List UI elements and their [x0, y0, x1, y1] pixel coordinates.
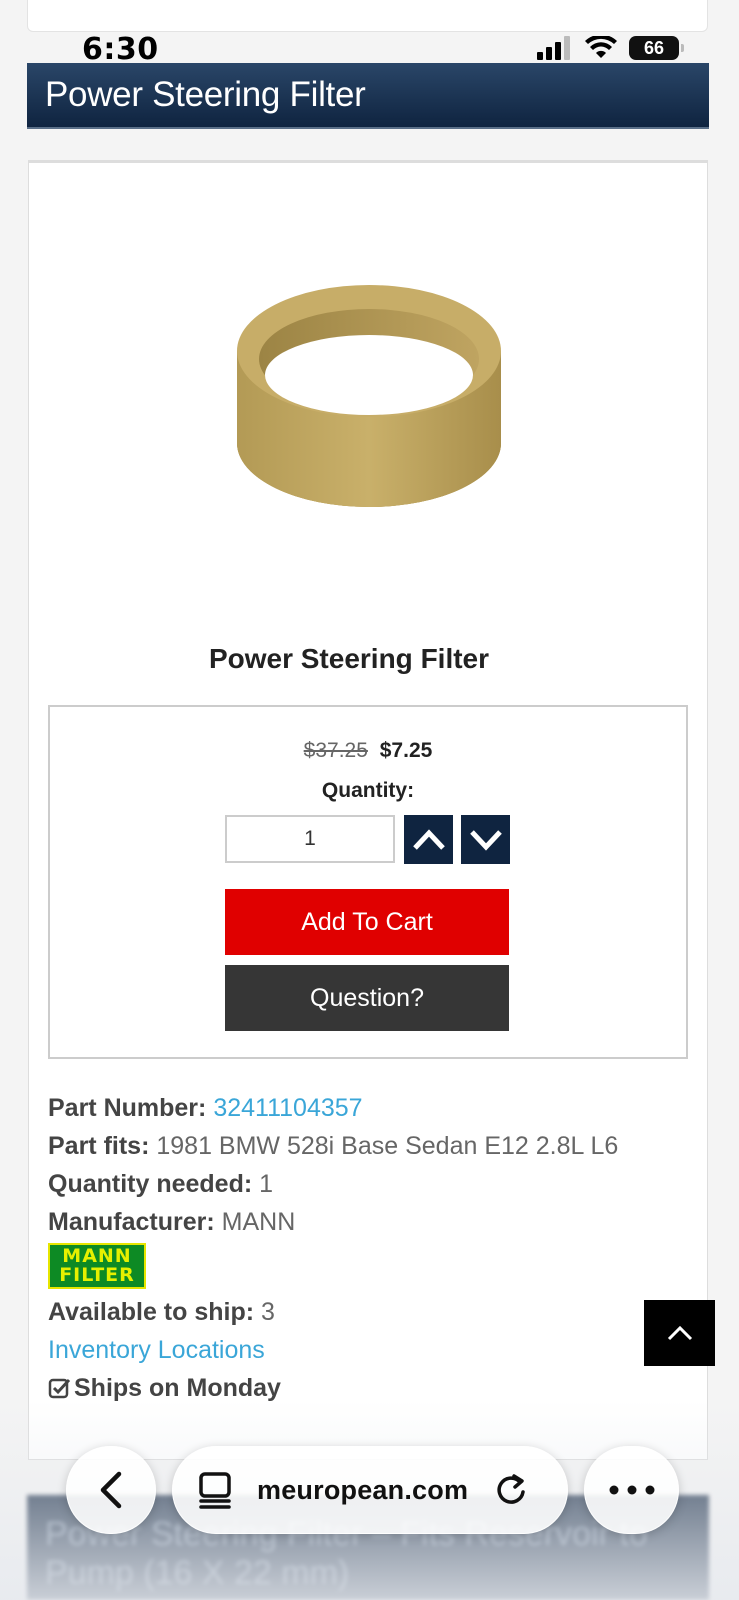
product-details: Part Number: 32411104357 Part fits: 1981… [48, 1089, 618, 1407]
inventory-row: Inventory Locations [48, 1331, 618, 1369]
available-value: 3 [261, 1298, 275, 1326]
manufacturer-row: Manufacturer: MANN [48, 1203, 618, 1241]
chevron-up-icon [412, 828, 445, 850]
cellular-signal-icon [537, 36, 570, 60]
quantity-input[interactable] [225, 815, 395, 863]
checkbox-checked-icon [48, 1378, 71, 1399]
price-row: $37.25 $7.25 [50, 739, 686, 763]
part-number-row: Part Number: 32411104357 [48, 1089, 618, 1127]
purchase-box: $37.25 $7.25 Quantity: Add To Cart Quest… [48, 705, 688, 1059]
ships-row: Ships on Monday [48, 1369, 618, 1407]
part-number-link[interactable]: 32411104357 [213, 1094, 362, 1122]
question-button[interactable]: Question? [225, 965, 509, 1031]
reload-icon[interactable] [494, 1472, 528, 1508]
status-time: 6:30 [82, 32, 159, 67]
available-row: Available to ship: 3 [48, 1293, 618, 1331]
quantity-decrease-button[interactable] [461, 815, 510, 864]
product-card: Power Steering Filter $37.25 $7.25 Quant… [28, 160, 708, 1460]
more-options-icon [609, 1485, 654, 1495]
manufacturer-label: Manufacturer: [48, 1208, 215, 1236]
url-text: meuropean.com [257, 1474, 469, 1505]
page-title: Power Steering Filter [45, 75, 366, 114]
quantity-needed-row: Quantity needed: 1 [48, 1165, 618, 1203]
browser-toolbar: meuropean.com [0, 1446, 739, 1538]
chevron-down-icon [469, 829, 502, 851]
quantity-increase-button[interactable] [404, 815, 453, 864]
back-to-top-button[interactable] [644, 1300, 715, 1366]
original-price: $37.25 [303, 739, 368, 762]
status-icons: 66 [537, 36, 684, 60]
chevron-left-icon [100, 1471, 122, 1509]
quantity-label: Quantity: [321, 779, 415, 802]
sale-price: $7.25 [379, 739, 433, 762]
chevron-up-icon [667, 1325, 692, 1341]
battery-icon: 66 [629, 36, 684, 60]
wifi-icon [585, 36, 617, 58]
browser-more-button[interactable] [584, 1446, 679, 1534]
inventory-locations-link[interactable]: Inventory Locations [48, 1336, 265, 1364]
quantity-needed-label: Quantity needed: [48, 1170, 253, 1198]
mann-filter-logo: MANN FILTER [48, 1243, 146, 1289]
manufacturer-value: MANN [221, 1208, 296, 1236]
part-fits-row: Part fits: 1981 BMW 528i Base Sedan E12 … [48, 1127, 618, 1165]
filter-ring-image [237, 285, 501, 507]
mann-logo-line2: FILTER [59, 1264, 135, 1286]
browser-back-button[interactable] [66, 1446, 156, 1534]
part-number-label: Part Number: [48, 1094, 207, 1122]
page-header: Power Steering Filter [27, 63, 709, 129]
quantity-needed-value: 1 [259, 1170, 274, 1198]
address-bar[interactable]: meuropean.com [172, 1446, 568, 1534]
product-name: Power Steering Filter [208, 643, 490, 674]
add-to-cart-button[interactable]: Add To Cart [225, 889, 509, 955]
part-fits-label: Part fits: [48, 1132, 150, 1160]
ships-text: Ships on Monday [74, 1374, 281, 1402]
part-fits-value: 1981 BMW 528i Base Sedan E12 2.8L L6 [156, 1132, 619, 1160]
available-label: Available to ship: [48, 1298, 255, 1326]
tab-overview-icon [199, 1472, 231, 1509]
